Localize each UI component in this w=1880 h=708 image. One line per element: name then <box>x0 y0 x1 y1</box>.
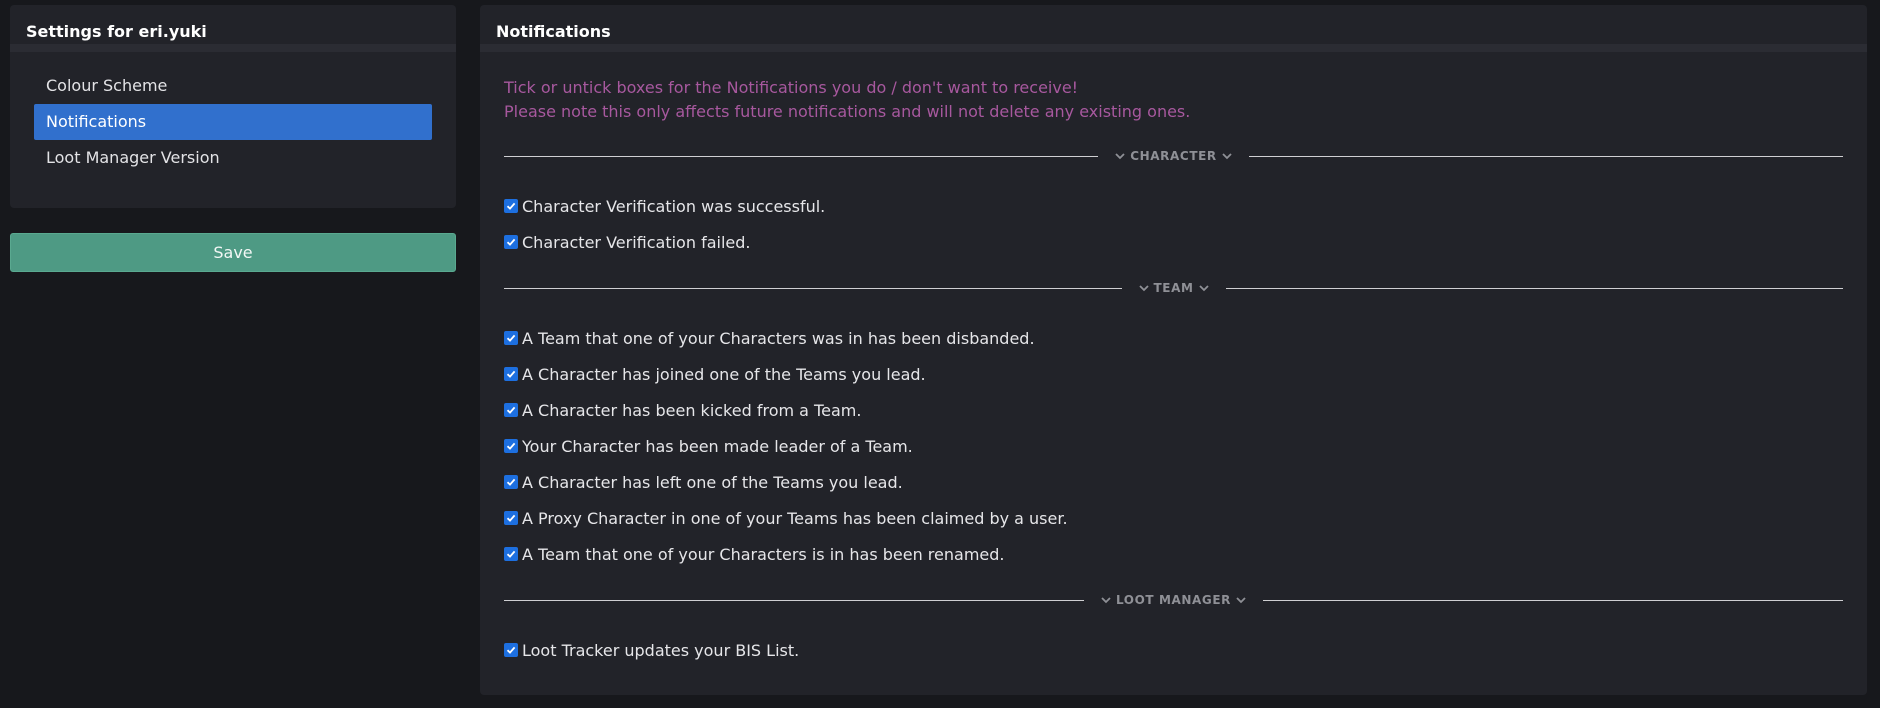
notification-checkbox[interactable] <box>504 199 518 213</box>
option-list: Loot Tracker updates your BIS List. <box>504 632 1843 668</box>
notification-checkbox[interactable] <box>504 643 518 657</box>
notification-option: Character Verification failed. <box>504 224 1843 260</box>
checkmark-icon <box>506 370 516 378</box>
notification-label: A Character has left one of the Teams yo… <box>522 472 903 492</box>
section-divider: LOOT MANAGER <box>504 590 1843 610</box>
menu-item-colour-scheme[interactable]: Colour Scheme <box>34 68 432 104</box>
notification-label: Character Verification was successful. <box>522 196 826 216</box>
notification-option: Character Verification was successful. <box>504 188 1843 224</box>
section-character: CHARACTER Character Verification was succ… <box>504 146 1843 260</box>
option-list: Character Verification was successful. Ch… <box>504 188 1843 260</box>
notification-label: Character Verification failed. <box>522 232 751 252</box>
notification-checkbox[interactable] <box>504 439 518 453</box>
menu-item-notifications[interactable]: Notifications <box>34 104 432 140</box>
section-toggle[interactable]: CHARACTER <box>1098 149 1249 163</box>
settings-sidebar: Settings for eri.yuki Colour Scheme Noti… <box>10 5 456 208</box>
section-label: LOOT MANAGER <box>1115 593 1232 607</box>
notification-option: A Proxy Character in one of your Teams h… <box>504 500 1843 536</box>
chevron-down-icon <box>1115 153 1125 160</box>
section-label: TEAM <box>1153 281 1194 295</box>
notification-option: A Character has joined one of the Teams … <box>504 356 1843 392</box>
notification-option: A Character has been kicked from a Team. <box>504 392 1843 428</box>
save-button[interactable]: Save <box>10 233 456 272</box>
intro-text: Tick or untick boxes for the Notificatio… <box>504 76 1843 124</box>
checkmark-icon <box>506 514 516 522</box>
divider-line <box>1225 287 1844 289</box>
notification-checkbox[interactable] <box>504 367 518 381</box>
divider-line <box>1248 155 1843 157</box>
notification-label: A Team that one of your Characters was i… <box>522 328 1035 348</box>
notification-label: A Character has been kicked from a Team. <box>522 400 862 420</box>
intro-line-1: Tick or untick boxes for the Notificatio… <box>504 78 1079 97</box>
section-divider: TEAM <box>504 278 1844 298</box>
checkmark-icon <box>506 646 516 654</box>
checkmark-icon <box>506 478 516 486</box>
chevron-down-icon <box>1198 285 1209 292</box>
intro-line-2: Please note this only affects future not… <box>504 102 1191 121</box>
checkmark-icon <box>506 334 516 342</box>
notification-label: A Proxy Character in one of your Teams h… <box>522 508 1068 528</box>
chevron-down-icon <box>1138 285 1149 292</box>
sidebar-title: Settings for eri.yuki <box>10 5 456 52</box>
section-toggle[interactable]: LOOT MANAGER <box>1084 593 1263 607</box>
notification-option: A Character has left one of the Teams yo… <box>504 464 1843 500</box>
notification-label: Loot Tracker updates your BIS List. <box>522 640 800 660</box>
option-list: A Team that one of your Characters was i… <box>504 320 1843 572</box>
section-team: TEAM A Team that one of your Characters w… <box>504 278 1844 572</box>
divider-line <box>1263 599 1843 601</box>
section-label: CHARACTER <box>1130 149 1217 163</box>
notification-option: Loot Tracker updates your BIS List. <box>504 632 1843 668</box>
chevron-down-icon <box>1101 597 1111 604</box>
divider-line <box>504 599 1084 601</box>
notifications-panel: Notifications Tick or untick boxes for t… <box>480 5 1867 695</box>
checkmark-icon <box>506 202 516 210</box>
notification-checkbox[interactable] <box>504 235 518 249</box>
checkmark-icon <box>506 442 516 450</box>
section-toggle[interactable]: TEAM <box>1122 281 1226 295</box>
panel-title: Notifications <box>480 5 1867 52</box>
checkmark-icon <box>506 406 516 414</box>
notification-sections: CHARACTER Character Verification was succ… <box>504 146 1844 668</box>
divider-line <box>504 287 1122 289</box>
checkmark-icon <box>506 238 516 246</box>
notification-checkbox[interactable] <box>504 331 518 345</box>
notification-option: A Team that one of your Characters is in… <box>504 536 1843 572</box>
chevron-down-icon <box>1222 153 1232 160</box>
notification-checkbox[interactable] <box>504 511 518 525</box>
notification-label: A Character has joined one of the Teams … <box>522 364 926 384</box>
section-loot-manager: LOOT MANAGER Loot Tracker updates your BI… <box>504 590 1843 668</box>
panel-body: Tick or untick boxes for the Notificatio… <box>480 52 1867 668</box>
notification-checkbox[interactable] <box>504 547 518 561</box>
settings-menu: Colour Scheme Notifications Loot Manager… <box>10 52 456 176</box>
section-divider: CHARACTER <box>504 146 1843 166</box>
notification-checkbox[interactable] <box>504 403 518 417</box>
notification-label: A Team that one of your Characters is in… <box>522 544 1005 564</box>
notification-option: A Team that one of your Characters was i… <box>504 320 1843 356</box>
notification-label: Your Character has been made leader of a… <box>522 436 913 456</box>
notification-option: Your Character has been made leader of a… <box>504 428 1843 464</box>
menu-item-loot-manager-version[interactable]: Loot Manager Version <box>34 140 432 176</box>
checkmark-icon <box>506 550 516 558</box>
divider-line <box>504 155 1099 157</box>
notification-checkbox[interactable] <box>504 475 518 489</box>
chevron-down-icon <box>1236 597 1246 604</box>
